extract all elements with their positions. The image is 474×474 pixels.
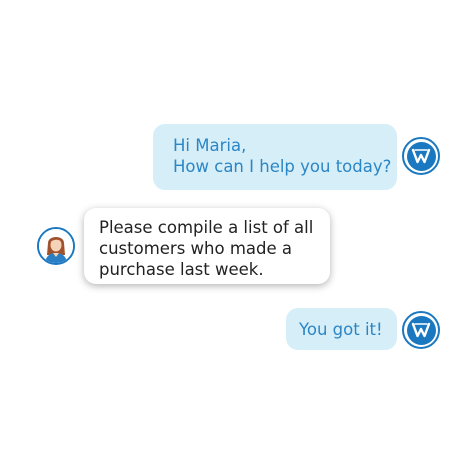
message-text-line: Please compile a list of all (99, 218, 314, 237)
message-text-line: Hi Maria, (173, 136, 247, 155)
brand-logo-icon (402, 311, 440, 349)
user-message-bubble: Please compile a list of all customers w… (84, 208, 330, 284)
message-text-line: How can I help you today? (173, 157, 392, 176)
brand-logo-icon (402, 137, 440, 175)
user-avatar (37, 227, 75, 265)
bot-message-bubble: Hi Maria, How can I help you today? (153, 124, 397, 190)
message-text-line: customers who made a (99, 239, 292, 258)
bot-message-bubble: You got it! (286, 308, 397, 350)
message-text-line: You got it! (299, 320, 383, 339)
chat-conversation: Hi Maria, How can I help you today? Plea… (0, 0, 474, 474)
message-text-line: purchase last week. (99, 260, 264, 279)
